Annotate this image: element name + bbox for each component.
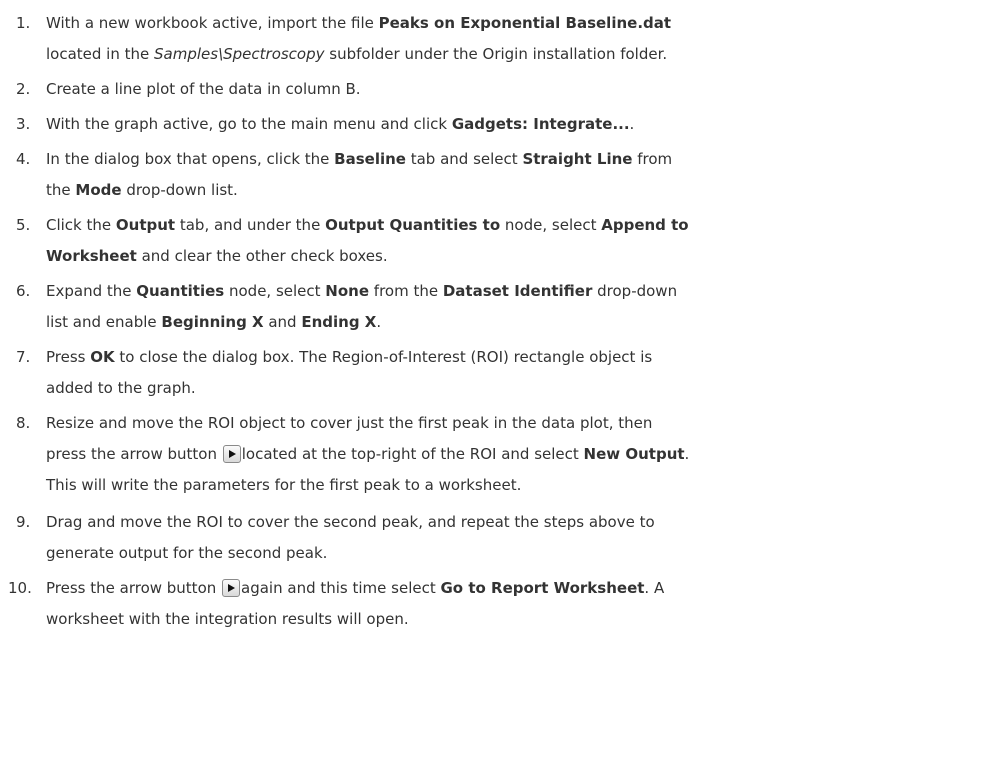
play-arrow-button-icon: [222, 445, 241, 463]
step-text: located at the top-right of the ROI and …: [241, 445, 584, 463]
step-item: 2. Create a line plot of the data in colu…: [0, 74, 990, 105]
step-text-line: the Mode drop-down list.: [46, 175, 990, 206]
step-text-line: Resize and move the ROI object to cover …: [46, 408, 990, 439]
step-text: the: [46, 181, 76, 199]
step-text: Drag and move the ROI to cover the secon…: [46, 513, 655, 531]
step-text: With the graph active, go to the main me…: [46, 115, 452, 133]
step-text: Press the arrow button: [46, 579, 222, 597]
step-text-line: With a new workbook active, import the f…: [46, 8, 990, 39]
step-text: Resize and move the ROI object to cover …: [46, 414, 653, 432]
step-item: 5. Click the Output tab, and under the Ou…: [0, 210, 990, 272]
step-text: node, select: [500, 216, 602, 234]
italic-path: Samples\Spectroscopy: [154, 45, 325, 63]
step-item: 9. Drag and move the ROI to cover the sec…: [0, 507, 990, 569]
step-number: 3.: [16, 115, 31, 133]
step-text: drop-down: [592, 282, 678, 300]
bold-term: Output Quantities to: [325, 216, 501, 234]
step-text: Create a line plot of the data in column…: [46, 80, 361, 98]
step-text-line: Press OK to close the dialog box. The Re…: [46, 342, 990, 373]
step-text-line: generate output for the second peak.: [46, 538, 990, 569]
step-number: 1.: [16, 14, 31, 32]
step-text-line: In the dialog box that opens, click the …: [46, 144, 990, 175]
step-text: Expand the: [46, 282, 137, 300]
bold-term: OK: [90, 348, 115, 366]
play-arrow-button-icon: [222, 579, 241, 597]
bold-term: Straight Line: [522, 150, 633, 168]
bold-term: Peaks on Exponential Baseline.dat: [378, 14, 672, 32]
bold-term: Go to Report Worksheet: [440, 579, 645, 597]
step-text: generate output for the second peak.: [46, 544, 328, 562]
step-text-line: worksheet with the integration results w…: [46, 604, 990, 635]
step-number: 5.: [16, 216, 31, 234]
step-number: 10.: [8, 579, 32, 597]
step-text-line: located in the Samples\Spectroscopy subf…: [46, 39, 990, 70]
bold-term: Worksheet: [46, 247, 137, 265]
step-text: from: [632, 150, 673, 168]
step-item: 1. With a new workbook active, import the…: [0, 8, 990, 70]
step-number: 4.: [16, 150, 31, 168]
step-item: 8. Resize and move the ROI object to cove…: [0, 408, 990, 501]
step-text: Click the: [46, 216, 116, 234]
step-text: .: [684, 445, 690, 463]
step-text: tab, and under the: [175, 216, 326, 234]
bold-term: None: [325, 282, 370, 300]
step-text: In the dialog box that opens, click the: [46, 150, 335, 168]
step-text-line: added to the graph.: [46, 373, 990, 404]
bold-term: Output: [115, 216, 176, 234]
step-text: . A: [644, 579, 665, 597]
step-text: located in the: [46, 45, 155, 63]
bold-term: Beginning X: [161, 313, 264, 331]
step-text: subfolder under the Origin installation …: [324, 45, 668, 63]
step-text-line: Create a line plot of the data in column…: [46, 74, 990, 105]
step-text: Press: [46, 348, 91, 366]
step-text: worksheet with the integration results w…: [46, 610, 409, 628]
step-item: 4. In the dialog box that opens, click th…: [0, 144, 990, 206]
steps-list: 1. With a new workbook active, import the…: [0, 0, 990, 635]
step-text-line: With the graph active, go to the main me…: [46, 109, 990, 140]
step-number: 7.: [16, 348, 31, 366]
bold-term: New Output: [583, 445, 685, 463]
instruction-document: 1. With a new workbook active, import the…: [0, 0, 990, 760]
bold-term: Mode: [75, 181, 122, 199]
step-number: 8.: [16, 414, 31, 432]
step-text: node, select: [224, 282, 326, 300]
step-text: .: [629, 115, 635, 133]
step-text-line: Worksheet and clear the other check boxe…: [46, 241, 990, 272]
step-text: to close the dialog box. The Region-of-I…: [114, 348, 653, 366]
step-text: With a new workbook active, import the f…: [46, 14, 379, 32]
step-text-line: This will write the parameters for the f…: [46, 470, 990, 501]
bold-term: Dataset Identifier: [442, 282, 593, 300]
step-number: 6.: [16, 282, 31, 300]
bold-term: Ending X: [301, 313, 377, 331]
step-text-line: Press the arrow button again and this ti…: [46, 573, 990, 604]
bold-term: Append to: [601, 216, 689, 234]
step-number: 2.: [16, 80, 31, 98]
step-number: 9.: [16, 513, 31, 531]
step-item: 3. With the graph active, go to the main …: [0, 109, 990, 140]
step-text-line: press the arrow button located at the to…: [46, 439, 990, 470]
step-text: press the arrow button: [46, 445, 222, 463]
bold-term: Quantities: [136, 282, 225, 300]
step-text: .: [376, 313, 382, 331]
step-text: again and this time select: [241, 579, 441, 597]
step-text: drop-down list.: [121, 181, 238, 199]
step-item: 7. Press OK to close the dialog box. The …: [0, 342, 990, 404]
step-item: 6. Expand the Quantities node, select Non…: [0, 276, 990, 338]
step-text: and clear the other check boxes.: [136, 247, 388, 265]
step-text-line: list and enable Beginning X and Ending X…: [46, 307, 990, 338]
step-text: added to the graph.: [46, 379, 196, 397]
step-text-line: Drag and move the ROI to cover the secon…: [46, 507, 990, 538]
step-text: and: [263, 313, 302, 331]
step-text: from the: [369, 282, 443, 300]
step-text-line: Expand the Quantities node, select None …: [46, 276, 990, 307]
step-text: list and enable: [46, 313, 162, 331]
step-text: tab and select: [405, 150, 523, 168]
step-text: This will write the parameters for the f…: [46, 476, 522, 494]
step-item: 10. Press the arrow button again and this…: [0, 573, 990, 635]
step-text-line: Click the Output tab, and under the Outp…: [46, 210, 990, 241]
bold-term: Gadgets: Integrate...: [451, 115, 630, 133]
bold-term: Baseline: [334, 150, 406, 168]
